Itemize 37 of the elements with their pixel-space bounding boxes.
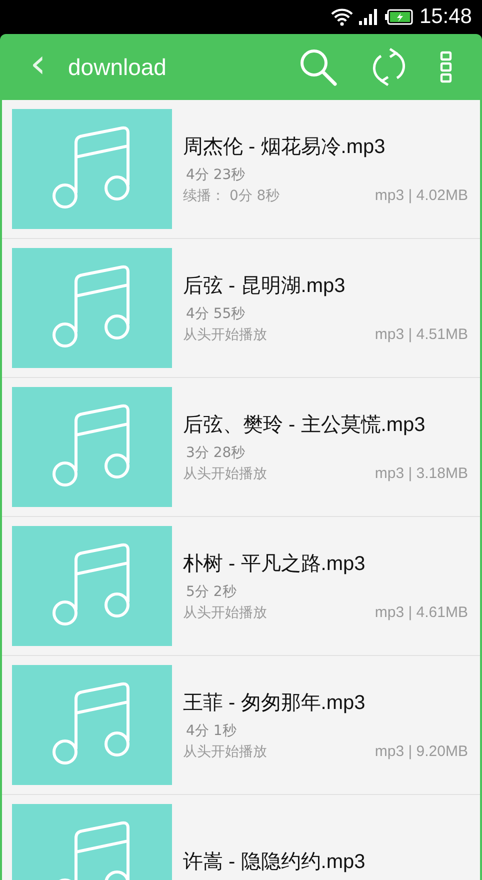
file-name: 后弦、樊玲 - 主公莫慌.mp3 (183, 413, 426, 438)
file-name: 后弦 - 昆明湖.mp3 (183, 274, 346, 299)
file-name: 朴树 - 平凡之路.mp3 (183, 552, 366, 577)
signal-icon (359, 9, 380, 25)
file-info: mp3 | 4.51MB (374, 326, 468, 344)
file-name: 王菲 - 匆匆那年.mp3 (183, 691, 366, 716)
search-button[interactable] (298, 47, 338, 87)
file-info: mp3 | 9.20MB (374, 743, 468, 761)
duration: 4分 1秒 (186, 722, 238, 740)
file-row[interactable]: 周杰伦 - 烟花易冷.mp3 4分 23秒 续播： 0分 8秒 mp3 | 4.02MB (2, 100, 480, 239)
playback-status: 续播： 0分 8秒 (183, 187, 280, 205)
duration: 3分 28秒 (186, 444, 246, 462)
clock-time: 15:48 (419, 5, 472, 29)
playback-status: 从头开始播放 (183, 465, 267, 483)
file-info: mp3 | 4.61MB (374, 604, 468, 622)
file-row[interactable]: 王菲 - 匆匆那年.mp3 4分 1秒 从头开始播放 mp3 | 9.20MB (2, 656, 480, 795)
playback-status: 从头开始播放 (183, 604, 267, 622)
refresh-icon (372, 47, 406, 87)
playback-status: 从头开始播放 (183, 326, 267, 344)
file-row[interactable]: 许嵩 - 隐隐约约.mp3 (2, 795, 480, 880)
duration: 5分 2秒 (186, 583, 238, 601)
file-row[interactable]: 后弦、樊玲 - 主公莫慌.mp3 3分 28秒 从头开始播放 mp3 | 3.18MB (2, 378, 480, 517)
file-row[interactable]: 后弦 - 昆明湖.mp3 4分 55秒 从头开始播放 mp3 | 4.51MB (2, 239, 480, 378)
file-info: mp3 | 4.02MB (374, 187, 468, 205)
search-icon (298, 47, 338, 87)
screen-title: download (68, 54, 168, 80)
more-icon (440, 51, 452, 83)
file-info: mp3 | 3.18MB (374, 465, 468, 483)
file-name: 许嵩 - 隐隐约约.mp3 (183, 850, 366, 874)
duration: 4分 23秒 (186, 166, 246, 184)
playback-status: 从头开始播放 (183, 743, 267, 761)
more-button[interactable] (440, 51, 452, 83)
file-name: 周杰伦 - 烟花易冷.mp3 (183, 135, 386, 160)
duration: 4分 55秒 (186, 305, 246, 323)
wifi-icon (331, 8, 354, 26)
file-row[interactable]: 朴树 - 平凡之路.mp3 5分 2秒 从头开始播放 mp3 | 4.61MB (2, 517, 480, 656)
refresh-button[interactable] (372, 47, 406, 87)
